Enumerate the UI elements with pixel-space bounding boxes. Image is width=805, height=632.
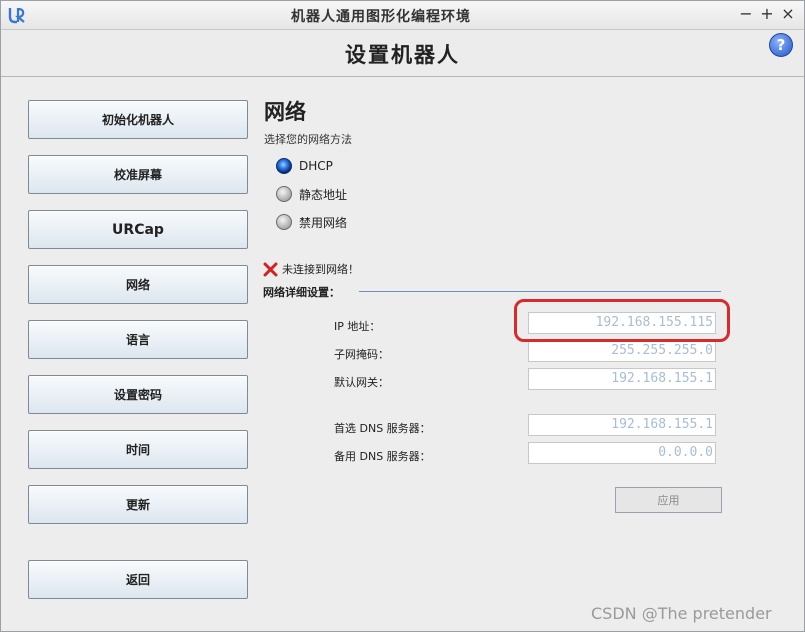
- apply-button[interactable]: 应用: [615, 487, 722, 513]
- sidebar-item-time[interactable]: 时间: [28, 430, 248, 469]
- network-title: 网络: [264, 100, 306, 124]
- help-icon[interactable]: ?: [769, 33, 793, 57]
- ip-address-label: IP 地址：: [334, 320, 381, 333]
- watermark-text: CSDN @The pretender: [591, 604, 772, 623]
- sidebar-item-urcap[interactable]: URCap: [28, 210, 248, 249]
- subnet-mask-label: 子网掩码：: [334, 348, 389, 361]
- radio-disable-network[interactable]: 禁用网络: [276, 213, 347, 231]
- alternate-dns-label: 备用 DNS 服务器：: [334, 450, 431, 463]
- sidebar-item-init-robot[interactable]: 初始化机器人: [28, 100, 248, 139]
- ip-highlight-annotation: [514, 299, 730, 342]
- radio-checked-icon[interactable]: [276, 158, 292, 174]
- alternate-dns-field[interactable]: 0.0.0.0: [528, 442, 716, 464]
- radio-dhcp-label: DHCP: [299, 159, 333, 173]
- network-details-label: 网络详细设置：: [263, 286, 340, 299]
- page-header: 设置机器人 ?: [1, 30, 804, 77]
- preferred-dns-field[interactable]: 192.168.155.1: [528, 414, 716, 436]
- minimize-button[interactable]: −: [737, 4, 755, 24]
- default-gateway-label: 默认网关：: [334, 376, 389, 389]
- section-divider: [359, 291, 721, 292]
- radio-unchecked-icon[interactable]: [276, 186, 292, 202]
- radio-static-address[interactable]: 静态地址: [276, 185, 347, 203]
- subnet-mask-field[interactable]: 255.255.255.0: [528, 340, 716, 362]
- sidebar-item-calibrate-screen[interactable]: 校准屏幕: [28, 155, 248, 194]
- radio-disable-label: 禁用网络: [299, 215, 348, 230]
- radio-unchecked-icon[interactable]: [276, 214, 292, 230]
- main-content: 初始化机器人 校准屏幕 URCap 网络 语言 设置密码 时间 更新 返回 网络…: [1, 77, 804, 631]
- network-status: 未连接到网络！: [263, 261, 359, 277]
- sidebar-item-network[interactable]: 网络: [28, 265, 248, 304]
- maximize-button[interactable]: +: [758, 4, 776, 24]
- close-button[interactable]: ×: [779, 4, 797, 24]
- error-x-icon: [263, 262, 278, 276]
- radio-static-label: 静态地址: [299, 187, 348, 202]
- default-gateway-field[interactable]: 192.168.155.1: [528, 368, 716, 390]
- network-status-text: 未连接到网络！: [282, 263, 359, 276]
- app-window: 机器人通用图形化编程环境 − + × 设置机器人 ? 初始化机器人 校准屏幕 U…: [0, 0, 805, 632]
- title-bar: 机器人通用图形化编程环境 − + ×: [1, 1, 804, 30]
- page-title: 设置机器人: [345, 43, 460, 67]
- preferred-dns-label: 首选 DNS 服务器：: [334, 422, 431, 435]
- network-method-label: 选择您的网络方法: [264, 133, 352, 146]
- sidebar-item-update[interactable]: 更新: [28, 485, 248, 524]
- window-title: 机器人通用图形化编程环境: [291, 9, 471, 25]
- sidebar-item-set-password[interactable]: 设置密码: [28, 375, 248, 414]
- sidebar-item-language[interactable]: 语言: [28, 320, 248, 359]
- radio-dhcp[interactable]: DHCP: [276, 157, 333, 175]
- back-button[interactable]: 返回: [28, 560, 248, 599]
